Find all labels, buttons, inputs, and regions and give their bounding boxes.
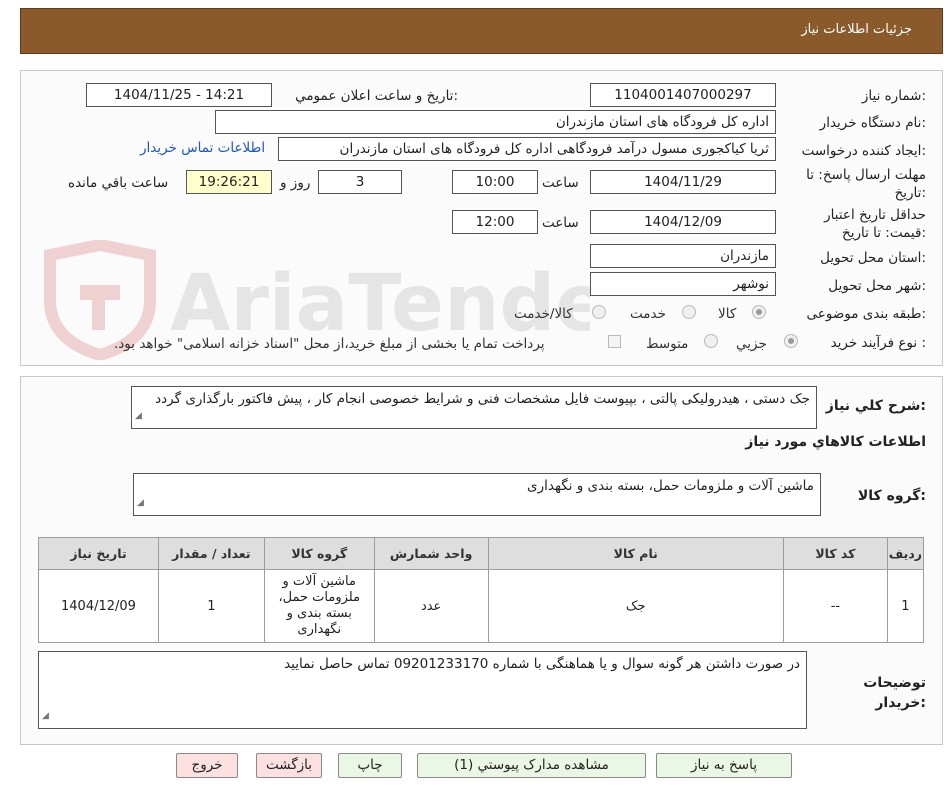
- category-label: طبقه بندی موضوعی:: [806, 306, 926, 322]
- category-radio-goods[interactable]: [752, 305, 766, 319]
- validity-time-field: 12:00: [452, 210, 538, 234]
- col-header-unit: واحد شمارش: [373, 537, 489, 570]
- buyer-org-field: اداره کل فرودگاه های استان مازندران: [215, 110, 776, 134]
- validity-time-label: ساعت: [542, 215, 579, 231]
- col-header-goods-group: گروه کالا: [263, 537, 375, 570]
- deadline-time-field: 10:00: [452, 170, 538, 194]
- description-label: شرح کلي نياز:: [825, 398, 926, 414]
- goods-group-field: ماشین آلات و ملزومات حمل، بسته بندی و نگ…: [133, 473, 821, 516]
- buyer-notes-text: در صورت داشتن هر گونه سوال و یا هماهنگی …: [284, 656, 800, 672]
- process-option-medium: متوسط: [646, 336, 689, 352]
- print-button[interactable]: چاپ: [338, 753, 402, 778]
- col-header-row-number: رديف: [886, 537, 925, 570]
- exit-button[interactable]: خروج: [176, 753, 238, 778]
- cell-unit: عدد: [373, 569, 489, 643]
- resize-grip-icon[interactable]: ◢: [135, 407, 142, 426]
- description-text: جک دستی ، هیدرولیکی پالتی ، بپیوست فایل …: [155, 391, 810, 407]
- cell-quantity: 1: [157, 569, 265, 643]
- buyer-notes-field: در صورت داشتن هر گونه سوال و یا هماهنگی …: [38, 651, 807, 729]
- goods-table: رديف کد کالا نام کالا واحد شمارش گروه کا…: [38, 537, 925, 643]
- col-header-item-code: کد کالا: [782, 537, 888, 570]
- resize-grip-icon[interactable]: ◢: [42, 707, 49, 726]
- treasury-payment-note: پرداخت تمام يا بخشی از مبلغ خريد،از محل …: [114, 336, 545, 352]
- col-header-item-name: نام کالا: [487, 537, 784, 570]
- reply-button[interactable]: پاسخ به نياز: [656, 753, 792, 778]
- process-radio-medium[interactable]: [704, 334, 718, 348]
- announce-label: تاریخ و ساعت اعلان عمومي:: [295, 88, 458, 104]
- category-radio-service[interactable]: [682, 305, 696, 319]
- category-option-service: خدمت: [630, 306, 666, 322]
- deadline-date-field: 1404/11/29: [590, 170, 776, 194]
- col-header-quantity: تعداد / مقدار: [157, 537, 265, 570]
- buyer-notes-label: توضيحات خريدار:: [863, 675, 926, 711]
- requester-label: ايجاد کننده درخواست:: [801, 143, 926, 159]
- announce-datetime-field: 1404/11/25 - 14:21: [86, 83, 272, 107]
- category-option-goods-service: کالا/خدمت: [514, 306, 573, 322]
- province-label: استان محل تحويل:: [820, 250, 926, 266]
- table-row: 1 -- جک عدد ماشین آلات و ملزومات حمل، بس…: [38, 569, 925, 643]
- requester-field: ثریا کیاکجوری مسول درآمد فرودگاهی اداره …: [278, 137, 776, 161]
- page-title: جزئیات اطلاعات نیاز: [801, 22, 912, 37]
- goods-info-title: اطلاعات کالاهاي مورد نياز: [745, 434, 926, 450]
- category-radio-goods-service[interactable]: [592, 305, 606, 319]
- category-option-goods: کالا: [718, 306, 737, 322]
- buyer-contact-link[interactable]: اطلاعات تماس خريدار: [140, 140, 265, 156]
- treasury-checkbox[interactable]: [608, 335, 621, 348]
- days-field: 3: [318, 170, 402, 194]
- resize-grip-icon[interactable]: ◢: [137, 494, 144, 513]
- days-label: روز و: [280, 175, 311, 191]
- goods-group-label: گروه کالا:: [857, 488, 926, 504]
- cell-row-number: 1: [886, 569, 925, 643]
- validity-label: حداقل تاريخ اعتبار قيمت: تا تاريخ:: [824, 207, 926, 241]
- goods-group-text: ماشین آلات و ملزومات حمل، بسته بندی و نگ…: [527, 478, 814, 494]
- province-field: مازندران: [590, 244, 776, 268]
- city-label: شهر محل تحويل:: [828, 278, 926, 294]
- page-header: جزئیات اطلاعات نیاز: [20, 8, 943, 54]
- back-button[interactable]: بازگشت: [256, 753, 322, 778]
- process-label: نوع فرآيند خريد :: [830, 335, 926, 351]
- cell-item-name: جک: [487, 569, 784, 643]
- col-header-need-date: تاريخ نياز: [38, 537, 159, 570]
- deadline-time-label: ساعت: [542, 175, 579, 191]
- remaining-label: ساعت باقي مانده: [68, 175, 169, 191]
- need-number-label: شماره نیاز:: [861, 88, 926, 104]
- view-attachments-button[interactable]: مشاهده مدارک پيوستي (1): [417, 753, 646, 778]
- cell-goods-group: ماشین آلات و ملزومات حمل، بسته بندی و نگ…: [263, 569, 375, 643]
- process-option-minor: جزيي: [736, 336, 767, 352]
- description-field: جک دستی ، هیدرولیکی پالتی ، بپیوست فایل …: [131, 386, 817, 429]
- need-number-field: 1104001407000297: [590, 83, 776, 107]
- table-header-row: رديف کد کالا نام کالا واحد شمارش گروه کا…: [38, 537, 925, 570]
- cell-need-date: 1404/12/09: [38, 569, 159, 643]
- deadline-label: مهلت ارسال پاسخ: تا تاريخ:: [806, 167, 926, 201]
- remaining-time-field: 19:26:21: [186, 170, 272, 194]
- validity-date-field: 1404/12/09: [590, 210, 776, 234]
- cell-item-code: --: [782, 569, 888, 643]
- city-field: نوشهر: [590, 272, 776, 296]
- buyer-org-label: نام دستگاه خريدار:: [819, 115, 926, 131]
- process-radio-minor[interactable]: [784, 334, 798, 348]
